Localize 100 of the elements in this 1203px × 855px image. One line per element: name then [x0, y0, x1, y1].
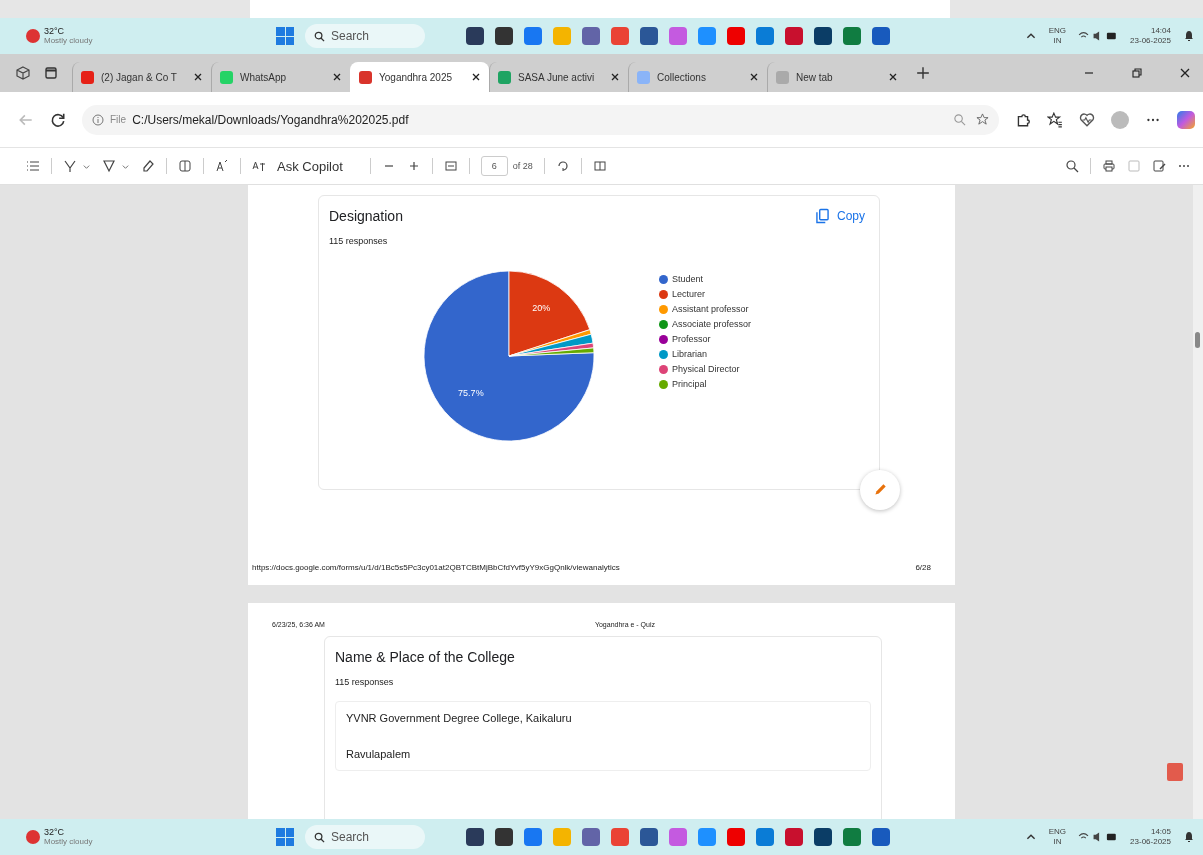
app-icon[interactable]	[640, 27, 658, 45]
app-icon[interactable]	[785, 828, 803, 846]
app-icon[interactable]	[872, 828, 890, 846]
close-icon[interactable]	[888, 72, 898, 82]
date-text[interactable]: 23-06-2025	[1130, 36, 1171, 46]
response-count: 115 responses	[335, 677, 395, 687]
slice-label: 75.7%	[458, 387, 484, 398]
question-title: Designation	[329, 208, 403, 224]
legend-label: Assistant professor	[672, 304, 749, 314]
eraser-icon[interactable]	[141, 159, 155, 173]
favicon-icon	[81, 70, 94, 84]
app-icon[interactable]	[872, 27, 890, 45]
cube-icon[interactable]	[16, 66, 30, 80]
region-text[interactable]: IN	[1053, 36, 1062, 46]
windows-logo-icon[interactable]	[276, 27, 294, 45]
language-text[interactable]: ENG	[1048, 26, 1067, 36]
favicon-icon	[220, 70, 233, 84]
response-count: 115 responses	[329, 236, 389, 246]
question-title: Name & Place of the College	[335, 649, 516, 665]
fit-page-icon[interactable]	[443, 159, 458, 173]
status-icons-drawing[interactable]	[1078, 831, 1119, 843]
app-icon[interactable]	[814, 27, 832, 45]
scrollbar-thumb[interactable]	[1195, 332, 1200, 348]
restore-icon[interactable]	[1131, 67, 1143, 79]
app-icon[interactable]	[582, 27, 600, 45]
search-field[interactable]: Search	[305, 24, 425, 48]
status-icons-drawing[interactable]	[1078, 30, 1119, 42]
weather-text: Mostly cloudy	[44, 36, 93, 46]
contents-icon[interactable]	[26, 159, 40, 173]
favicon-icon	[637, 70, 650, 84]
app-icon[interactable]	[843, 27, 861, 45]
close-icon[interactable]	[610, 72, 620, 82]
rotate-icon[interactable]	[555, 159, 570, 173]
page-view-icon[interactable]	[178, 159, 192, 173]
bell-icon[interactable]	[1183, 831, 1195, 843]
app-icon[interactable]	[495, 27, 513, 45]
save-as-icon[interactable]	[1152, 159, 1166, 173]
info-icon	[92, 113, 104, 126]
page-number-field[interactable]: 6	[480, 156, 508, 176]
star-icon[interactable]	[976, 113, 989, 126]
time-text[interactable]: 14:04	[1150, 26, 1171, 36]
windows-logo-icon[interactable]	[276, 828, 294, 846]
language-text[interactable]: ENG	[1048, 827, 1067, 837]
legend-label: Student	[672, 274, 704, 284]
ask-copilot-button[interactable]: Ask Copilot	[277, 158, 359, 174]
legend-label: Associate professor	[672, 319, 752, 329]
copy-icon	[816, 208, 829, 224]
date-text[interactable]: 23-06-2025	[1130, 837, 1171, 847]
two-page-icon[interactable]	[592, 159, 607, 173]
puzzle-icon[interactable]	[1015, 111, 1031, 128]
plus-icon[interactable]	[916, 66, 930, 80]
bell-icon[interactable]	[1183, 30, 1195, 42]
browser-tab[interactable]: Collections	[628, 62, 767, 92]
favicon-icon	[498, 70, 511, 84]
app-icon[interactable]	[495, 828, 513, 846]
footer-page-number: 6/28	[915, 563, 931, 572]
copy-button[interactable]: Copy	[812, 208, 869, 224]
draw-icon[interactable]	[102, 159, 116, 173]
translate-icon[interactable]	[252, 159, 266, 173]
app-icon[interactable]	[466, 27, 484, 45]
zoom-icon[interactable]	[953, 113, 966, 126]
close-icon[interactable]	[332, 72, 342, 82]
file-scheme-label: File	[110, 114, 127, 125]
refresh-icon[interactable]	[50, 111, 66, 128]
search-icon[interactable]	[1065, 159, 1079, 173]
region-text[interactable]: IN	[1053, 837, 1062, 847]
app-icon[interactable]	[466, 828, 484, 846]
tab-actions-icon[interactable]	[44, 66, 58, 80]
address-field[interactable]: File C:/Users/mekal/Downloads/Yogandhra%202025.pdf	[82, 104, 999, 135]
legend-label: Professor	[672, 334, 711, 344]
search-field[interactable]: Search	[305, 825, 425, 849]
close-icon[interactable]	[193, 72, 203, 82]
weather-icon[interactable]	[26, 29, 40, 43]
print-icon[interactable]	[1102, 159, 1116, 173]
close-icon[interactable]	[749, 72, 759, 82]
browser-tab[interactable]: Yogandhra 2025	[350, 62, 489, 92]
pencil-icon	[872, 482, 888, 498]
copilot-icon[interactable]	[1177, 110, 1195, 129]
favorites-icon[interactable]	[1047, 111, 1063, 128]
browser-tab[interactable]: (2) Jagan & Co T	[72, 62, 211, 92]
app-icon[interactable]	[814, 828, 832, 846]
footer-url: https://docs.google.com/forms/u/1/d/1Bc5s5Pc3cy01at2QBTCBtMjBbCfdYvf5yY9xGgQnlk/viewanalytics	[252, 563, 620, 572]
close-icon[interactable]	[1179, 67, 1191, 79]
weather-icon[interactable]	[26, 830, 40, 844]
app-icon[interactable]	[640, 828, 658, 846]
app-icon[interactable]	[843, 828, 861, 846]
close-icon[interactable]	[471, 72, 481, 82]
weather-text: Mostly cloudy	[44, 837, 93, 847]
edit-button[interactable]	[860, 470, 900, 510]
temperature-text: 32°C	[44, 827, 66, 837]
browser-tab[interactable]: SASA June activi	[489, 62, 628, 92]
answer-text: Ravulapalem	[346, 748, 412, 760]
scrollbar[interactable]	[1193, 185, 1203, 819]
heart-pulse-icon[interactable]	[1079, 111, 1095, 128]
time-text[interactable]: 14:05	[1150, 827, 1171, 837]
read-aloud-icon[interactable]	[215, 159, 229, 173]
app-icon[interactable]	[785, 27, 803, 45]
highlighter-icon[interactable]	[63, 159, 77, 173]
app-icon[interactable]	[582, 828, 600, 846]
browser-tab[interactable]: New tab	[767, 62, 906, 92]
